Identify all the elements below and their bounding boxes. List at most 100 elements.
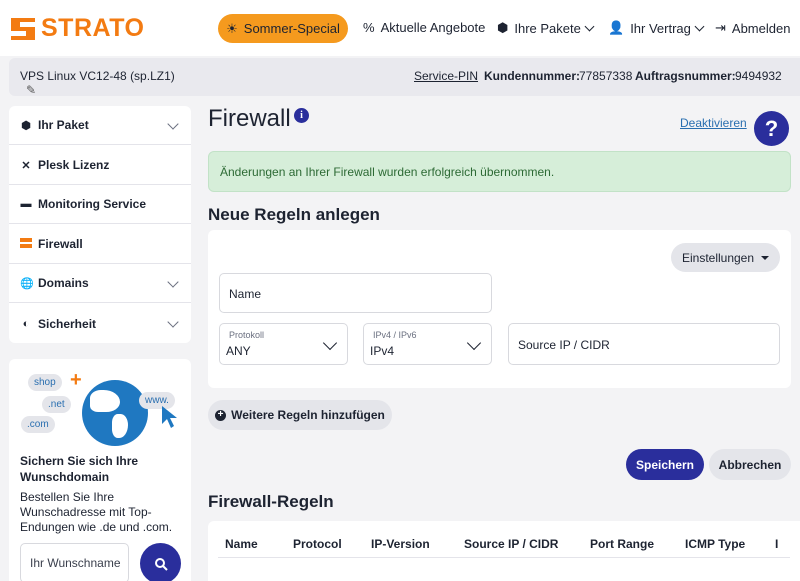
- sidebar-item-ihr-paket[interactable]: ⬢ Ihr Paket: [9, 106, 191, 145]
- success-alert: Änderungen an Ihrer Firewall wurden erfo…: [208, 151, 791, 192]
- sidebar-item-sicherheit[interactable]: ◐ Sicherheit: [9, 304, 191, 343]
- rule-name-field[interactable]: Name: [219, 273, 492, 313]
- contract-bar: VPS Linux VC12-48 (sp.LZ1) ✎ Service-PIN…: [9, 58, 800, 97]
- sidebar-item-label: Ihr Paket: [38, 118, 89, 132]
- sidebar-item-label: Sicherheit: [38, 316, 97, 331]
- nav-aktuelle-angebote[interactable]: % Aktuelle Angebote: [363, 20, 485, 35]
- ip-version-value: IPv4: [370, 344, 395, 358]
- save-button[interactable]: Speichern: [626, 449, 704, 480]
- box-icon: ⬢: [21, 119, 31, 132]
- sidebar-item-label: Plesk Lizenz: [38, 158, 110, 172]
- help-button[interactable]: ?: [754, 111, 789, 146]
- column-header-truncated[interactable]: I: [775, 537, 778, 551]
- cursor-icon: [162, 406, 177, 428]
- tld-tag: shop: [28, 374, 62, 391]
- product-name: VPS Linux VC12-48 (sp.LZ1): [20, 69, 175, 83]
- column-header-icmp-type[interactable]: ICMP Type: [685, 537, 745, 551]
- sidebar-item-label: Firewall: [38, 237, 83, 251]
- nav-label: Abmelden: [731, 20, 791, 36]
- strato-logo[interactable]: STRATO: [9, 14, 144, 43]
- top-bar: STRATO ☀ Sommer-Special % Aktuelle Angeb…: [0, 0, 800, 56]
- sidebar-item-label: Monitoring Service: [38, 197, 147, 211]
- sidebar-item-monitoring-service[interactable]: ▬ Monitoring Service: [9, 185, 191, 224]
- tld-tag: .com: [21, 416, 55, 433]
- page-title: Firewall: [208, 105, 291, 132]
- column-header-ip-version[interactable]: IP-Version: [371, 537, 430, 551]
- protocol-select[interactable]: Protokoll ANY: [219, 323, 348, 365]
- new-rules-heading: Neue Regeln anlegen: [208, 205, 380, 224]
- service-pin-link[interactable]: Service-PIN: [414, 69, 478, 83]
- tools-icon: ✕: [21, 159, 31, 172]
- plus-icon: +: [70, 369, 82, 391]
- pencil-icon[interactable]: ✎: [26, 83, 36, 97]
- settings-label: Einstellungen: [681, 250, 755, 265]
- percent-icon: %: [363, 20, 375, 35]
- caret-down-icon: [761, 255, 770, 260]
- sun-icon: ☀: [226, 20, 238, 36]
- cancel-button[interactable]: Abbrechen: [709, 449, 791, 480]
- source-ip-field[interactable]: Source IP / CIDR: [508, 323, 780, 365]
- sidebar-item-domains[interactable]: 🌐 Domains: [9, 264, 191, 303]
- source-ip-placeholder: Source IP / CIDR: [518, 338, 610, 352]
- rule-name-placeholder: Name: [229, 287, 262, 301]
- alert-text: Änderungen an Ihrer Firewall wurden erfo…: [220, 164, 555, 179]
- shield-icon: ◐: [22, 317, 30, 330]
- customer-number-label: Kundennummer:: [484, 69, 580, 83]
- settings-dropdown-button[interactable]: Einstellungen: [671, 243, 780, 272]
- column-header-protocol[interactable]: Protocol: [293, 537, 342, 551]
- new-rules-card: Einstellungen Name Protokoll ANY IPv4 / …: [208, 230, 791, 388]
- plus-circle-icon: +: [215, 409, 227, 421]
- globe-icon: 🌐: [20, 277, 34, 290]
- search-icon: [154, 557, 168, 571]
- add-more-rules-label: Weitere Regeln hinzufügen: [231, 408, 385, 422]
- deactivate-link[interactable]: Deaktivieren: [680, 116, 747, 130]
- nav-label: Aktuelle Angebote: [380, 20, 486, 35]
- add-more-rules-button[interactable]: + Weitere Regeln hinzufügen: [208, 400, 392, 430]
- chevron-down-icon: [466, 335, 482, 351]
- nav-ihre-pakete[interactable]: ⬢ Ihre Pakete: [497, 20, 595, 36]
- domain-search-input[interactable]: [20, 543, 129, 581]
- firewall-icon: [20, 237, 32, 251]
- nav-label: Ihr Vertrag: [630, 20, 691, 36]
- column-header-source-ip[interactable]: Source IP / CIDR: [464, 537, 558, 551]
- logout-icon: ⇥: [715, 20, 726, 35]
- chevron-down-icon: [322, 335, 338, 351]
- sommer-special-label: Sommer-Special: [243, 21, 340, 36]
- ip-version-label: IPv4 / IPv6: [373, 330, 417, 340]
- domain-search-button[interactable]: [140, 543, 181, 581]
- brand-name: STRATO: [41, 14, 145, 42]
- order-number-value: 9494932: [735, 69, 782, 83]
- strato-logo-icon: [9, 15, 37, 43]
- sidebar-item-plesk-lizenz[interactable]: ✕ Plesk Lizenz: [9, 146, 191, 185]
- order-number-label: Auftragsnummer:: [635, 69, 736, 83]
- tld-tag: .net: [42, 396, 71, 413]
- protocol-value: ANY: [226, 344, 251, 358]
- sommer-special-button[interactable]: ☀ Sommer-Special: [218, 14, 348, 43]
- chevron-down-icon: [584, 21, 595, 31]
- sidebar-nav: ⬢ Ihr Paket ✕ Plesk Lizenz ▬ Monitoring …: [9, 106, 191, 343]
- user-icon: 👤: [608, 20, 625, 35]
- sidebar-item-firewall[interactable]: Firewall: [9, 225, 191, 264]
- nav-label: Ihre Pakete: [514, 20, 581, 36]
- box-icon: ⬢: [497, 20, 509, 35]
- firewall-rules-table: Name Protocol IP-Version Source IP / CID…: [208, 521, 800, 581]
- domain-promo-card: shop .net .com + www. Sichern Sie sich I…: [9, 359, 191, 581]
- promo-title: Sichern Sie sich Ihre Wunschdomain: [20, 454, 139, 484]
- firewall-rules-heading: Firewall-Regeln: [208, 492, 334, 511]
- customer-number-value: 77857338: [579, 69, 633, 83]
- chevron-down-icon: [694, 21, 705, 31]
- monitor-icon: ▬: [20, 198, 32, 210]
- nav-abmelden[interactable]: ⇥ Abmelden: [715, 20, 790, 36]
- column-header-name[interactable]: Name: [225, 537, 258, 551]
- info-icon[interactable]: i: [294, 108, 309, 123]
- nav-ihr-vertrag[interactable]: 👤 Ihr Vertrag: [608, 20, 705, 36]
- column-header-port-range[interactable]: Port Range: [590, 537, 654, 551]
- promo-text: Bestellen Sie Ihre Wunschadresse mit Top…: [20, 490, 173, 534]
- ip-version-select[interactable]: IPv4 / IPv6 IPv4: [363, 323, 492, 365]
- globe-illustration: [82, 380, 148, 446]
- sidebar-item-label: Domains: [38, 276, 89, 290]
- table-header-divider: [218, 557, 790, 558]
- chevron-down-icon: [167, 276, 179, 288]
- chevron-down-icon: [167, 316, 179, 328]
- protocol-label: Protokoll: [229, 330, 265, 340]
